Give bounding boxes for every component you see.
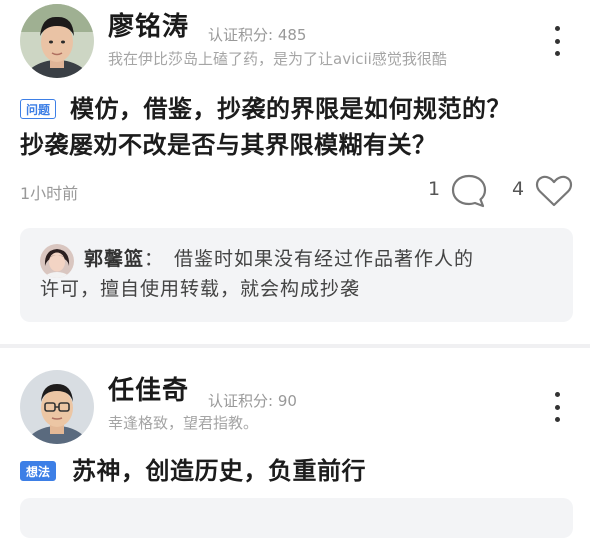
answer-preview[interactable]: 郭馨篮： 借鉴时如果没有经过作品著作人的 许可，擅自使用转载，就会构成抄袭 <box>20 228 573 322</box>
feed: 廖铭涛 认证积分: 485 我在伊比莎岛上磕了药，是为了让avicii感觉我很酷… <box>0 0 590 538</box>
answer-author[interactable]: 郭馨篮 <box>84 248 144 270</box>
answer-preview[interactable] <box>20 498 573 538</box>
author-bio: 幸逢格致，望君指教。 <box>108 414 259 432</box>
author-name[interactable]: 任佳奇 <box>108 370 189 407</box>
question-title-line: 抄袭屡劝不改是否与其界限模糊有关？ <box>20 131 437 159</box>
question-title-line: 模仿，借鉴，抄袭的界限是如何规范的？ <box>70 95 511 123</box>
like-count: 4 <box>512 178 525 200</box>
score-label: 认证积分: 90 <box>208 392 297 410</box>
question-title[interactable]: 模仿，借鉴，抄袭的界限是如何规范的？ 抄袭屡劝不改是否与其界限模糊有关？ <box>20 91 580 163</box>
avatar[interactable] <box>20 4 94 78</box>
post-card[interactable]: 任佳奇 认证积分: 90 幸逢格致，望君指教。 想法 苏神，创造历史，负重前行 <box>0 348 590 538</box>
idea-tag: 想法 <box>20 461 57 481</box>
answer-text: 郭馨篮： 借鉴时如果没有经过作品著作人的 许可，擅自使用转载，就会构成抄袭 <box>40 244 560 304</box>
author-bio: 我在伊比莎岛上磕了药，是为了让avicii感觉我很酷 <box>108 50 447 68</box>
heart-icon[interactable] <box>534 174 574 212</box>
answer-text-line: 借鉴时如果没有经过作品著作人的 <box>174 248 475 270</box>
answer-colon: ： <box>144 248 165 270</box>
more-vertical-icon[interactable] <box>547 392 567 422</box>
post-card[interactable]: 廖铭涛 认证积分: 485 我在伊比莎岛上磕了药，是为了让avicii感觉我很酷… <box>0 0 590 344</box>
comment-count: 1 <box>428 178 441 200</box>
score-label: 认证积分: 485 <box>208 26 307 44</box>
post-time: 1小时前 <box>20 184 79 203</box>
comment-bubble-icon[interactable] <box>450 173 488 213</box>
idea-title[interactable]: 苏神，创造历史，负重前行 <box>72 453 366 489</box>
more-vertical-icon[interactable] <box>547 26 567 56</box>
author-name[interactable]: 廖铭涛 <box>108 6 189 43</box>
answer-text-line: 许可，擅自使用转载，就会构成抄袭 <box>40 278 361 300</box>
avatar[interactable] <box>20 370 94 444</box>
